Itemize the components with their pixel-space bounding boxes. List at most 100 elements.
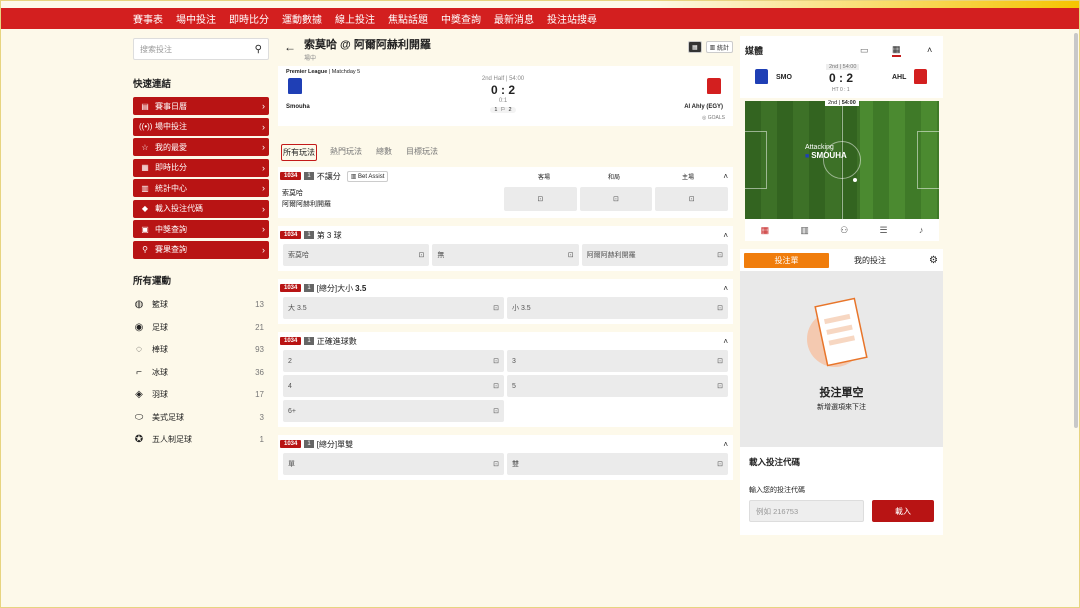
badminton-icon: ◈ — [135, 389, 143, 401]
collapse-icon[interactable]: ˄ — [723, 231, 728, 240]
right-penalty-box — [917, 131, 939, 189]
mini-score: 0 : 2 — [829, 71, 854, 85]
lock-icon: ⊡ — [493, 358, 499, 365]
lineup-tab-icon[interactable]: ⚇ — [840, 225, 848, 236]
odds-cell[interactable]: 無 ⊡ — [432, 244, 579, 266]
markets-list: 1034 1 不讓分 ▥ Bet Assist 客場 和局 主場 ˄ 索莫哈 阿爾阿赫利開羅 ⊡ ⊡ ⊡… — [278, 167, 733, 480]
odds-cell[interactable]: 2 ⊡ — [283, 350, 504, 372]
market-count: 1 — [304, 440, 314, 448]
nav-item[interactable]: 投注站搜尋 — [547, 11, 597, 26]
market-block: 1034 1 正確進球數 ˄ 2 ⊡ 3 ⊡ 4 ⊡ 5 ⊡ 6+ ⊡ — [278, 332, 733, 427]
odds-cell[interactable]: ⊡ — [655, 187, 728, 211]
sport-item[interactable]: ◈ 羽球 17 — [133, 384, 269, 407]
settings-icon[interactable]: ⚙ — [929, 255, 938, 266]
sport-item[interactable]: ⬭ 美式足球 3 — [133, 406, 269, 429]
odds-cell[interactable]: 小 3.5 ⊡ — [507, 297, 728, 319]
sport-label: 足球 — [152, 322, 168, 332]
nav-item[interactable]: 最新消息 — [494, 11, 534, 26]
collapse-icon[interactable]: ˄ — [723, 284, 728, 293]
sport-item[interactable]: ◌ 棒球 93 — [133, 339, 269, 362]
table-tab-icon[interactable]: ☰ — [879, 225, 887, 236]
sport-item[interactable]: ⌐ 冰球 36 — [133, 361, 269, 384]
quick-link-item[interactable]: ((•)) 場中投注 › — [133, 117, 269, 136]
odds-cell[interactable]: 雙 ⊡ — [507, 453, 728, 475]
collapse-icon[interactable]: ˄ — [723, 172, 728, 181]
bet-assist-button[interactable]: ▥ Bet Assist — [346, 170, 389, 182]
odds-grid: 單 ⊡ 雙 ⊡ — [280, 453, 728, 475]
market-tab[interactable]: 總數 — [375, 144, 393, 161]
bet-slip-tab[interactable]: 投注單 — [744, 252, 829, 268]
odds-cell[interactable]: 索莫哈 ⊡ — [283, 244, 430, 266]
odds-label: 5 — [512, 382, 516, 390]
quick-link-item[interactable]: ▥ 統計中心 › — [133, 179, 269, 197]
scoreboard-toggle-button[interactable]: ▦ — [687, 41, 702, 53]
market-column-header: 客場 — [538, 174, 551, 181]
market-header[interactable]: 1034 1 正確進球數 ˄ — [280, 332, 728, 350]
lock-icon: ⊡ — [717, 461, 723, 468]
quick-link-item[interactable]: ▦ 即時比分 › — [133, 158, 269, 177]
lock-icon: ⊡ — [493, 383, 499, 390]
odds-cell[interactable]: 4 ⊡ — [283, 375, 504, 397]
quick-link-item[interactable]: ◆ 載入投注代碼 › — [133, 199, 269, 218]
page-scrollbar[interactable] — [1074, 33, 1078, 428]
sport-item[interactable]: ◉ 足球 21 — [133, 316, 269, 339]
sport-count: 3 — [259, 412, 264, 422]
odds-cell[interactable]: ⊡ — [503, 187, 577, 211]
nav-item[interactable]: 場中投注 — [176, 11, 216, 26]
futsal-icon: ✪ — [134, 434, 144, 446]
baseball-icon: ◌ — [136, 344, 142, 356]
bet-code-input[interactable]: 例如 216753 — [749, 500, 864, 522]
odds-label: 索莫哈 — [288, 252, 309, 259]
stats-button[interactable]: ▥ 統計 — [705, 41, 733, 53]
odds-cell[interactable]: 阿爾阿赫利開羅 ⊡ — [581, 244, 728, 266]
market-tab[interactable]: 熱門玩法 — [329, 144, 363, 161]
collapse-icon[interactable]: ˄ — [927, 45, 932, 55]
back-arrow-icon[interactable]: ← — [284, 40, 296, 54]
bet-code-label: 輸入您的投注代碼 — [749, 487, 805, 494]
quick-link-item[interactable]: ▣ 中獎查詢 › — [133, 220, 269, 238]
sport-item[interactable]: ✪ 五人制足球 1 — [133, 429, 269, 452]
load-code-button[interactable]: 載入 — [872, 500, 934, 522]
quick-link-item[interactable]: ▤ 賽事日曆 › — [133, 97, 269, 115]
calendar-icon: ▤ — [141, 101, 149, 111]
quick-link-item[interactable]: ⚲ 賽果查詢 › — [133, 240, 269, 259]
goals-label: ◎ GOALS — [702, 115, 725, 121]
market-tab[interactable]: 所有玩法 — [281, 144, 317, 161]
pitch-view-icon[interactable]: ▦ — [892, 44, 901, 57]
collapse-icon[interactable]: ˄ — [723, 440, 728, 449]
odds-cell[interactable]: 5 ⊡ — [507, 375, 728, 397]
nav-item[interactable]: 運動數據 — [282, 11, 322, 26]
nav-item[interactable]: 焦點話題 — [388, 11, 428, 26]
nav-item[interactable]: 中獎查詢 — [441, 11, 481, 26]
sport-item[interactable]: ◍ 籃球 13 — [133, 294, 269, 317]
market-header[interactable]: 1034 1 不讓分 ▥ Bet Assist 客場 和局 主場 ˄ — [280, 167, 728, 185]
market-header[interactable]: 1034 1 [總分]單雙 ˄ — [280, 435, 728, 453]
quick-link-item[interactable]: ☆ 我的最愛 › — [133, 138, 269, 156]
nav-item[interactable]: 賽事表 — [133, 11, 163, 26]
nav-item[interactable]: 線上投注 — [335, 11, 375, 26]
star-icon: ☆ — [141, 142, 149, 152]
market-tab[interactable]: 目標玩法 — [405, 144, 439, 161]
odds-cell[interactable]: 大 3.5 ⊡ — [283, 297, 504, 319]
odds-cell[interactable]: 單 ⊡ — [283, 453, 504, 475]
chevron-right-icon: › — [262, 244, 265, 255]
collapse-icon[interactable]: ˄ — [723, 337, 728, 346]
search-input[interactable]: 搜索投注 ⚲ — [133, 38, 269, 60]
odds-label: 阿爾阿赫利開羅 — [586, 252, 636, 259]
tv-icon[interactable]: ▭ — [860, 45, 869, 56]
market-title: [總分]大小 — [316, 283, 354, 293]
odds-cell[interactable]: 6+ ⊡ — [283, 400, 504, 422]
odds-cell[interactable]: ⊡ — [579, 187, 653, 211]
my-bets-tab[interactable]: 我的投注 — [854, 255, 886, 266]
commentary-tab-icon[interactable]: ♪ — [919, 225, 924, 235]
sport-count: 36 — [255, 367, 264, 377]
pitch-tab-icon[interactable]: ▦ — [761, 225, 770, 236]
market-header[interactable]: 1034 1 [總分]大小 3.5 ˄ — [280, 279, 728, 297]
home-abbr: SMO — [776, 74, 792, 81]
odds-cell[interactable]: 3 ⊡ — [507, 350, 728, 372]
search-icon[interactable]: ⚲ — [255, 44, 262, 55]
stats-tab-icon[interactable]: ▥ — [800, 225, 809, 236]
market-header[interactable]: 1034 1 第 3 球 ˄ — [280, 226, 728, 244]
nav-item[interactable]: 即時比分 — [229, 11, 269, 26]
market-title: 正確進球數 — [316, 336, 357, 346]
